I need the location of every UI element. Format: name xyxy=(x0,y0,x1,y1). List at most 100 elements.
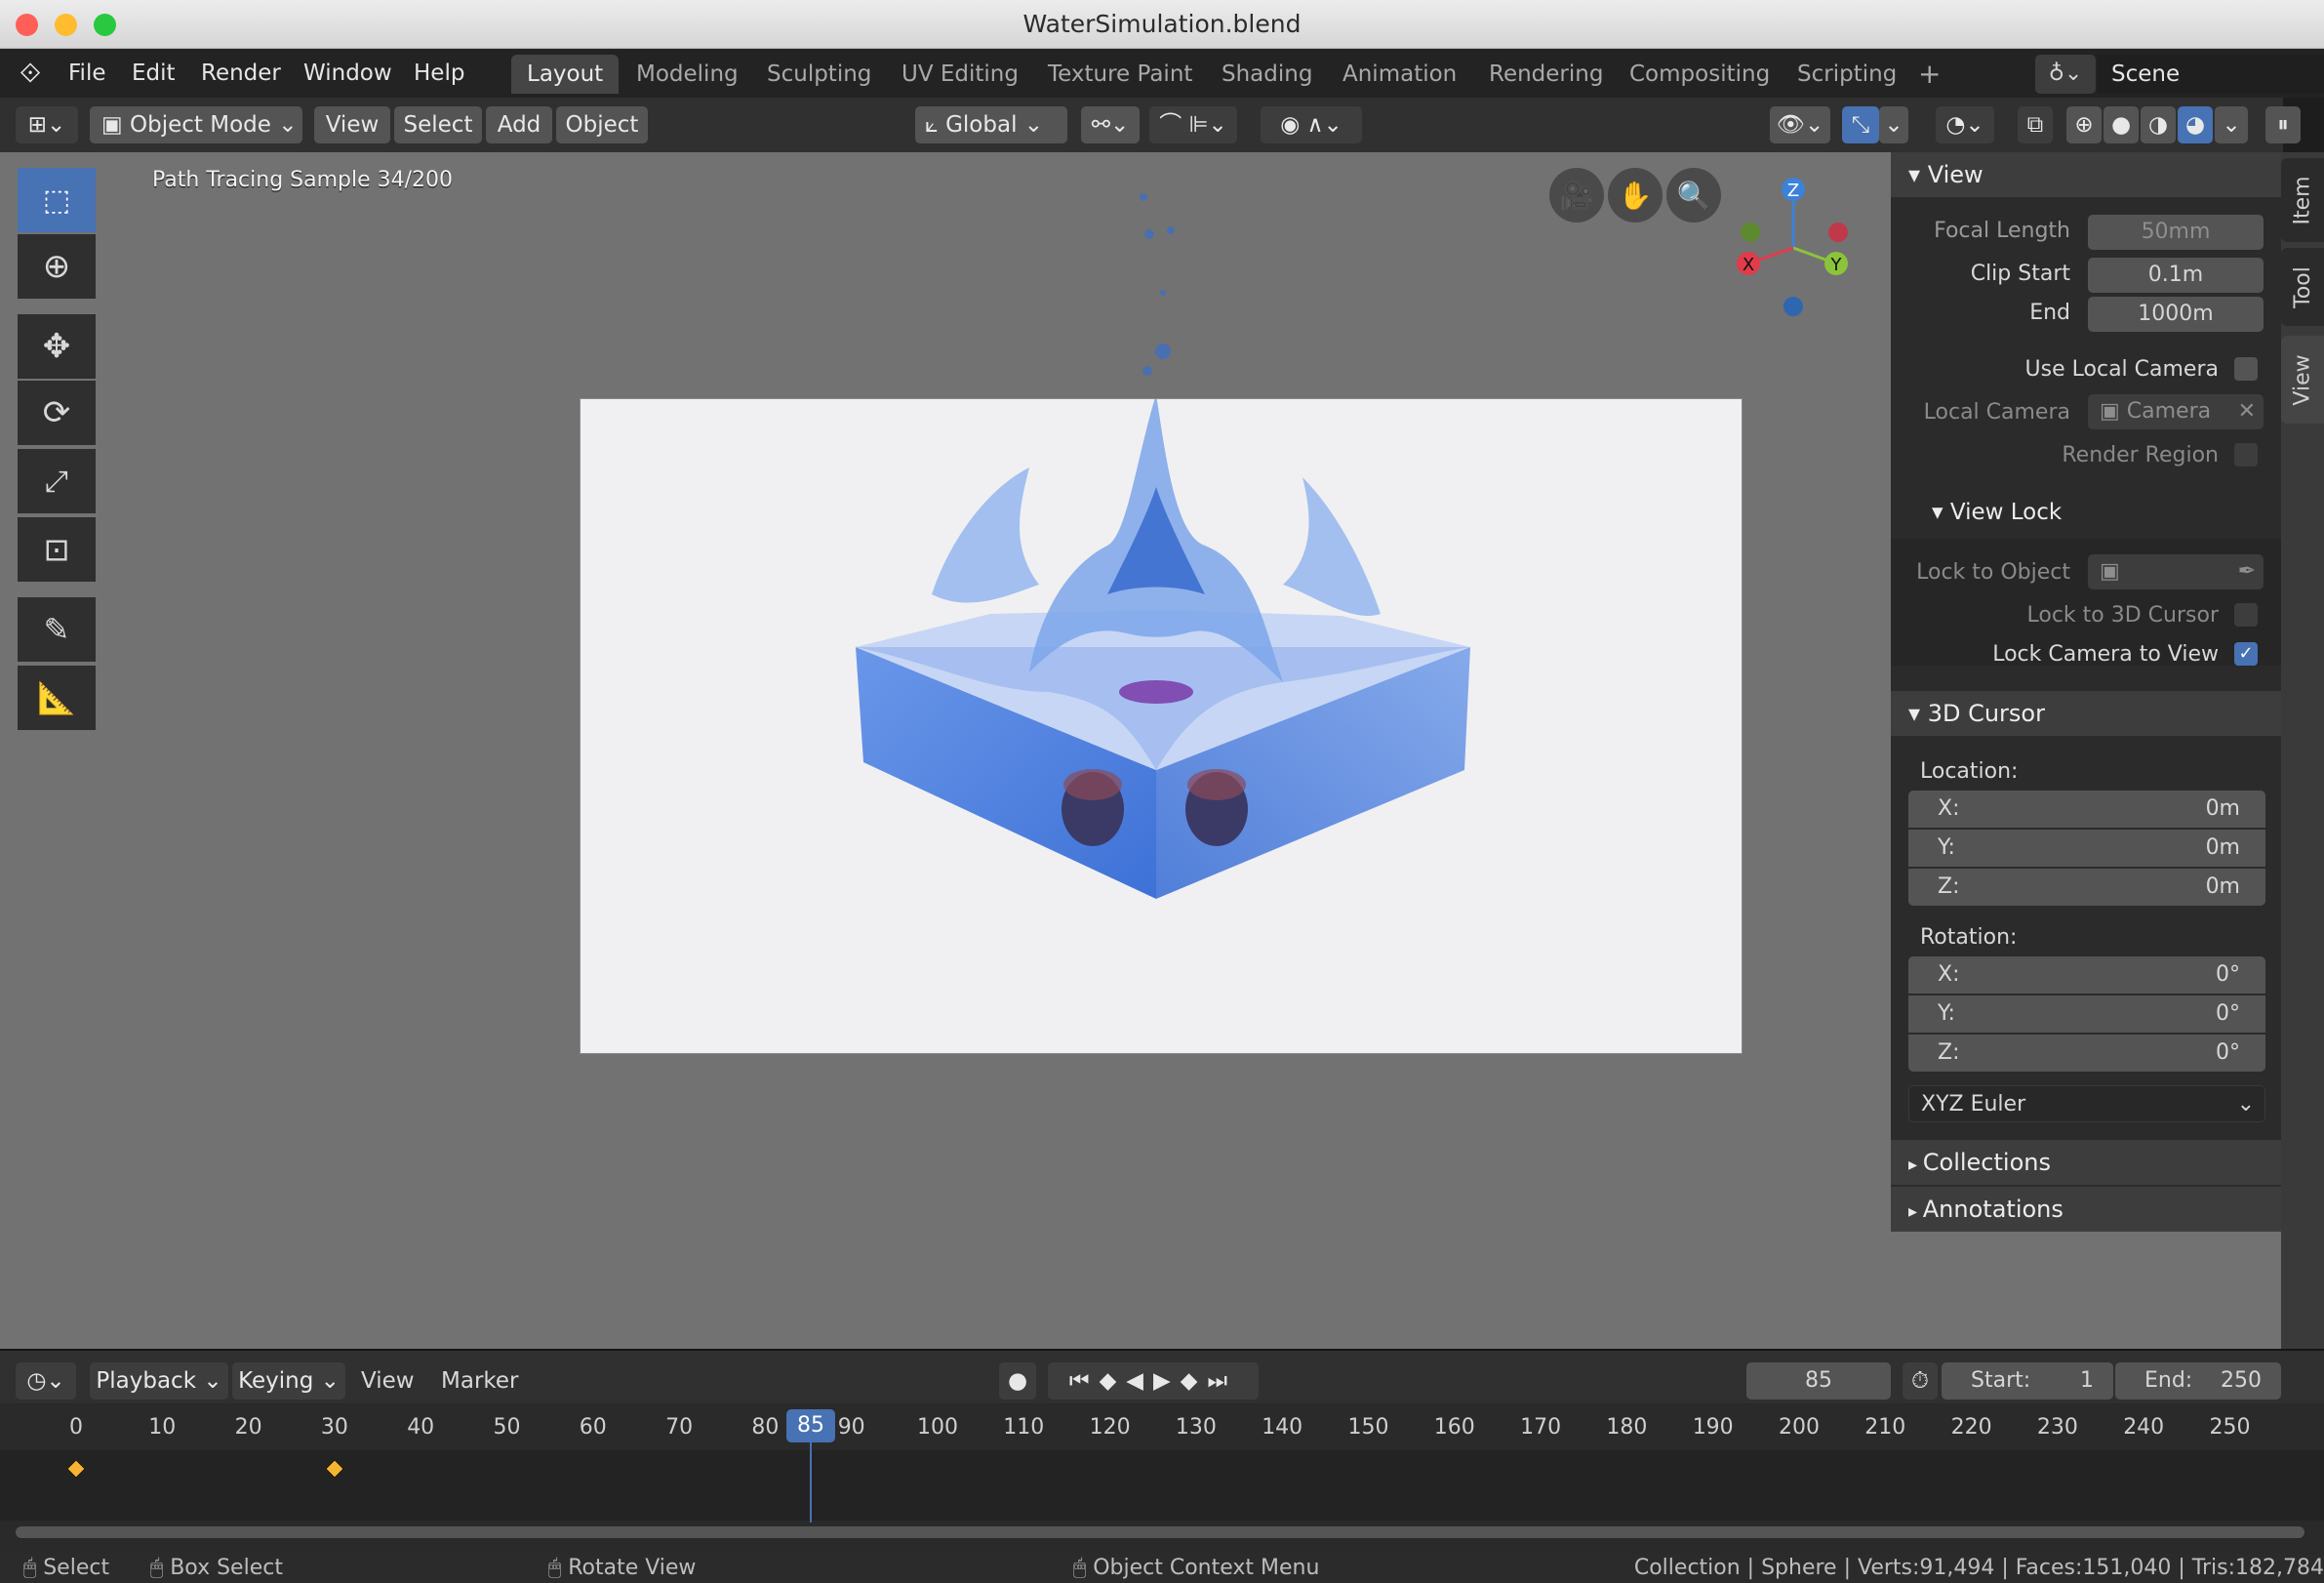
lock-camera-to-view-checkbox[interactable]: ✓ xyxy=(2234,642,2258,666)
tab-rendering[interactable]: Rendering xyxy=(1473,55,1619,94)
use-local-camera-checkbox[interactable] xyxy=(2234,357,2258,381)
overlays-icon[interactable]: ◔⌄ xyxy=(1936,106,1994,143)
focal-length-field[interactable]: 50mm xyxy=(2088,215,2264,250)
playhead-frame-badge[interactable]: 85 xyxy=(786,1409,835,1442)
timeline-scrollbar[interactable] xyxy=(16,1526,2304,1538)
eyedropper-icon[interactable]: ✒ xyxy=(2238,554,2256,589)
select-menu[interactable]: Select xyxy=(394,106,482,143)
mode-dropdown[interactable]: ▣ Object Mode ⌄ xyxy=(90,106,302,143)
tab-animation[interactable]: Animation xyxy=(1327,55,1472,94)
zoom-icon[interactable]: 🔍 xyxy=(1666,168,1721,223)
timeline-editor-type-icon[interactable]: ◷⌄ xyxy=(16,1362,76,1400)
record-icon[interactable]: ● xyxy=(999,1362,1036,1400)
camera-view-icon[interactable]: 🎥 xyxy=(1549,168,1604,223)
shading-dropdown-icon[interactable]: ⌄ xyxy=(2215,106,2248,143)
3d-cursor-panel-header[interactable]: ▾ 3D Cursor xyxy=(1891,691,2281,736)
scene-selector-icon[interactable]: ♁⌄ xyxy=(2035,55,2096,94)
cursor-rotation-x[interactable]: X: 0° xyxy=(1908,956,2265,994)
xray-icon[interactable]: ⧉ xyxy=(2018,106,2053,143)
scene-name-field[interactable]: Scene xyxy=(2098,55,2324,94)
next-keyframe-icon[interactable]: ◆ xyxy=(1181,1368,1208,1394)
pan-hand-icon[interactable]: ✋ xyxy=(1608,168,1663,223)
measure-tool[interactable]: 📐 xyxy=(18,666,96,730)
marker-menu[interactable]: Marker xyxy=(441,1362,519,1400)
gizmo-toggle-icon[interactable]: ⤡ xyxy=(1842,106,1879,143)
object-menu[interactable]: Object xyxy=(556,106,648,143)
lock-to-object-field[interactable]: ▣ ✒ xyxy=(2088,554,2264,589)
lock-to-cursor-label: Lock to 3D Cursor xyxy=(2026,603,2220,628)
scale-tool[interactable]: ⤢ xyxy=(18,449,96,513)
clear-x-icon[interactable]: ✕ xyxy=(2238,394,2256,429)
view-panel-header[interactable]: ▾ View xyxy=(1891,152,2281,197)
tab-modeling[interactable]: Modeling xyxy=(621,55,754,94)
visibility-icon[interactable]: 👁⌄ xyxy=(1770,106,1830,143)
navigation-gizmo[interactable]: Z Y X xyxy=(1727,172,1854,328)
pause-render-icon[interactable]: ⏸ xyxy=(2265,106,2301,143)
wireframe-shading-icon[interactable]: ⊕ xyxy=(2066,106,2102,143)
select-box-tool[interactable]: ⬚ xyxy=(18,168,96,232)
cursor-location-z[interactable]: Z: 0m xyxy=(1908,869,2265,906)
menu-render[interactable]: Render xyxy=(201,49,281,98)
tab-view[interactable]: View xyxy=(2281,336,2324,424)
cursor-location-y[interactable]: Y: 0m xyxy=(1908,830,2265,867)
proportional-edit-icon[interactable]: ◉ ∧⌄ xyxy=(1261,106,1362,143)
tab-item[interactable]: Item xyxy=(2281,158,2324,242)
view-menu[interactable]: View xyxy=(314,106,390,143)
axis-value: 0° xyxy=(2216,962,2240,987)
snap-icon[interactable]: ⌒ ⊫⌄ xyxy=(1149,106,1237,143)
tab-tool[interactable]: Tool xyxy=(2281,248,2324,326)
editor-type-icon[interactable]: ⊞⌄ xyxy=(16,106,78,143)
transform-tool[interactable]: ⊡ xyxy=(18,517,96,582)
clip-start-field[interactable]: 0.1m xyxy=(2088,258,2264,293)
cursor-rotation-z[interactable]: Z: 0° xyxy=(1908,1035,2265,1072)
cursor-tool[interactable]: ⊕ xyxy=(18,234,96,299)
timeline-view-menu[interactable]: View xyxy=(361,1362,415,1400)
local-camera-field[interactable]: ▣ Camera ✕ xyxy=(2088,394,2264,429)
blender-logo-icon[interactable]: ⟐ xyxy=(20,49,41,98)
pivot-icon[interactable]: ⚯⌄ xyxy=(1081,106,1140,143)
lock-to-cursor-checkbox[interactable] xyxy=(2234,603,2258,627)
tab-compositing[interactable]: Compositing xyxy=(1614,55,1785,94)
rotation-mode-dropdown[interactable]: XYZ Euler ⌄ xyxy=(1908,1085,2265,1122)
render-region-checkbox[interactable] xyxy=(2234,443,2258,467)
annotations-panel-header[interactable]: ▸ Annotations xyxy=(1891,1187,2281,1232)
menu-help[interactable]: Help xyxy=(414,49,464,98)
start-frame-field[interactable]: Start: 1 xyxy=(1942,1362,2113,1400)
gizmo-dropdown-icon[interactable]: ⌄ xyxy=(1879,106,1908,143)
orientation-dropdown[interactable]: ⟀ Global ⌄ xyxy=(915,106,1067,143)
annotate-tool[interactable]: ✎ xyxy=(18,597,96,662)
material-shading-icon[interactable]: ◑ xyxy=(2141,106,2176,143)
cursor-rotation-y[interactable]: Y: 0° xyxy=(1908,995,2265,1033)
tab-layout[interactable]: Layout xyxy=(511,55,620,94)
add-workspace-icon[interactable]: + xyxy=(1903,55,1956,94)
end-frame-field[interactable]: End: 250 xyxy=(2115,1362,2281,1400)
prev-keyframe-icon[interactable]: ◆ xyxy=(1100,1368,1127,1394)
menu-file[interactable]: File xyxy=(68,49,106,98)
tab-sculpting[interactable]: Sculpting xyxy=(751,55,887,94)
current-frame-field[interactable]: 85 xyxy=(1746,1362,1891,1400)
jump-start-icon[interactable]: ⏮ xyxy=(1069,1368,1100,1394)
keying-menu[interactable]: Keying ⌄ xyxy=(232,1362,345,1400)
clip-end-field[interactable]: 1000m xyxy=(2088,297,2264,332)
solid-shading-icon[interactable]: ● xyxy=(2104,106,2139,143)
play-reverse-icon[interactable]: ◀ xyxy=(1126,1368,1153,1394)
view-lock-header[interactable]: ▾ View Lock xyxy=(1932,500,2062,525)
tab-shading[interactable]: Shading xyxy=(1206,55,1328,94)
tab-texture-paint[interactable]: Texture Paint xyxy=(1032,55,1208,94)
cursor-location-x[interactable]: X: 0m xyxy=(1908,791,2265,828)
keyframe-area[interactable] xyxy=(0,1450,2324,1521)
collections-panel-header[interactable]: ▸ Collections xyxy=(1891,1140,2281,1185)
playback-controls[interactable]: ⏮◆◀▶◆⏭ xyxy=(1048,1362,1259,1400)
stopwatch-icon[interactable]: ⏱ xyxy=(1903,1362,1938,1400)
tab-uv-editing[interactable]: UV Editing xyxy=(886,55,1034,94)
menu-window[interactable]: Window xyxy=(303,49,392,98)
add-menu[interactable]: Add xyxy=(486,106,552,143)
playback-menu[interactable]: Playback ⌄ xyxy=(90,1362,228,1400)
jump-end-icon[interactable]: ⏭ xyxy=(1207,1368,1237,1394)
move-tool[interactable]: ✥ xyxy=(18,314,96,379)
rotate-tool[interactable]: ⟳ xyxy=(18,381,96,445)
play-icon[interactable]: ▶ xyxy=(1153,1368,1181,1394)
tab-scripting[interactable]: Scripting xyxy=(1782,55,1912,94)
menu-edit[interactable]: Edit xyxy=(132,49,176,98)
rendered-shading-icon[interactable]: ◕ xyxy=(2178,106,2213,143)
